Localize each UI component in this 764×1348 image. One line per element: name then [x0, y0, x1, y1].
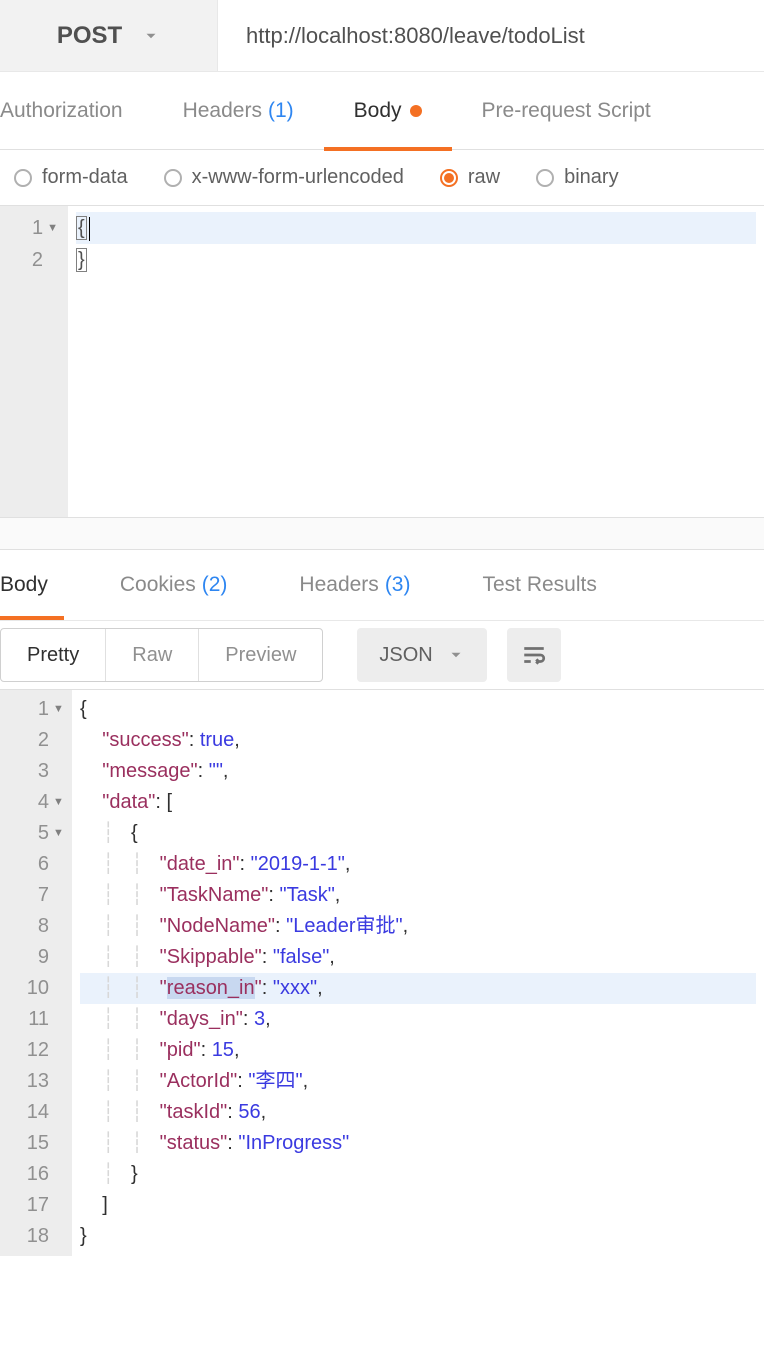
tab-headers[interactable]: Headers(1) [153, 72, 324, 150]
pane-divider[interactable] [0, 518, 764, 550]
http-method-select[interactable]: POST [0, 0, 218, 71]
request-body-editor[interactable]: 1▼ 2 { } [0, 206, 764, 518]
http-method-label: POST [57, 22, 122, 50]
request-url-input[interactable]: http://localhost:8080/leave/todoList [218, 0, 764, 71]
chevron-down-icon [142, 27, 160, 45]
fold-arrow-icon: ▼ [47, 212, 58, 244]
response-body-editor[interactable]: 1▼234▼5▼6789101112131415161718 { "succes… [0, 690, 764, 1256]
response-tabs: Body Cookies(2) Headers(3) Test Results [0, 550, 764, 620]
editor-code-area[interactable]: { } [68, 206, 764, 517]
format-preview-button[interactable]: Preview [198, 629, 322, 681]
wrap-lines-button[interactable] [507, 628, 561, 682]
request-url-text: http://localhost:8080/leave/todoList [246, 23, 585, 49]
fold-arrow-icon: ▼ [53, 787, 64, 818]
code-line: ┆ } [80, 1159, 756, 1190]
tab-authorization[interactable]: Authorization [0, 72, 153, 150]
code-line: ┆ ┆ "status": "InProgress" [80, 1128, 756, 1159]
response-format-bar: Pretty Raw Preview JSON [0, 620, 764, 690]
fold-arrow-icon: ▼ [53, 694, 64, 725]
text-cursor [89, 217, 90, 241]
response-type-select[interactable]: JSON [357, 628, 486, 682]
code-line: ┆ { [80, 818, 756, 849]
code-line: ┆ ┆ "Skippable": "false", [80, 942, 756, 973]
code-line: ┆ ┆ "NodeName": "Leader审批", [80, 911, 756, 942]
code-line: ┆ ┆ "reason_in": "xxx", [80, 973, 756, 1004]
radio-form-data[interactable]: form-data [14, 166, 128, 189]
wrap-icon [521, 642, 547, 668]
code-line: ┆ ┆ "ActorId": "李四", [80, 1066, 756, 1097]
code-line: "success": true, [80, 725, 756, 756]
chevron-down-icon [447, 646, 465, 664]
code-line: "data": [ [80, 787, 756, 818]
radio-icon [536, 169, 554, 187]
code-line: ] [80, 1190, 756, 1221]
response-gutter: 1▼234▼5▼6789101112131415161718 [0, 690, 72, 1256]
format-raw-button[interactable]: Raw [105, 629, 198, 681]
dot-indicator-icon [410, 105, 422, 117]
fold-arrow-icon: ▼ [53, 818, 64, 849]
resp-tab-cookies[interactable]: Cookies(2) [84, 550, 264, 620]
code-line: ┆ ┆ "taskId": 56, [80, 1097, 756, 1128]
resp-tab-testresults[interactable]: Test Results [446, 550, 632, 620]
response-code-area[interactable]: { "success": true, "message": "", "data"… [72, 690, 764, 1256]
radio-binary[interactable]: binary [536, 166, 618, 189]
resp-tab-headers[interactable]: Headers(3) [263, 550, 446, 620]
code-line: ┆ ┆ "days_in": 3, [80, 1004, 756, 1035]
tab-body[interactable]: Body [324, 72, 452, 150]
code-line: { [80, 694, 756, 725]
code-line: "message": "", [80, 756, 756, 787]
request-tabs: Authorization Headers(1) Body Pre-reques… [0, 72, 764, 150]
resp-tab-body[interactable]: Body [0, 550, 84, 620]
body-type-radios: form-data x-www-form-urlencoded raw bina… [0, 150, 764, 206]
radio-raw[interactable]: raw [440, 166, 500, 189]
code-line: ┆ ┆ "pid": 15, [80, 1035, 756, 1066]
format-mode-group: Pretty Raw Preview [0, 628, 323, 682]
radio-icon [14, 169, 32, 187]
code-line: ┆ ┆ "TaskName": "Task", [80, 880, 756, 911]
radio-icon [164, 169, 182, 187]
format-pretty-button[interactable]: Pretty [1, 629, 105, 681]
radio-urlencoded[interactable]: x-www-form-urlencoded [164, 166, 404, 189]
tab-prerequest[interactable]: Pre-request Script [452, 72, 681, 150]
code-line: } [80, 1221, 756, 1252]
radio-icon [440, 169, 458, 187]
code-line: ┆ ┆ "date_in": "2019-1-1", [80, 849, 756, 880]
editor-gutter: 1▼ 2 [0, 206, 68, 517]
